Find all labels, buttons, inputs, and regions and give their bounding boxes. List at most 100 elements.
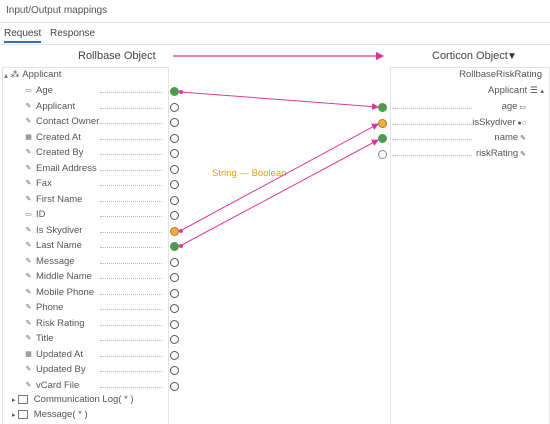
left-field-row[interactable]: ✎ vCard File bbox=[24, 379, 80, 394]
field-label: Updated At bbox=[36, 348, 84, 360]
tab-response[interactable]: Response bbox=[50, 28, 95, 39]
left-field-row[interactable]: ▦ Updated At bbox=[24, 349, 83, 363]
source-port[interactable] bbox=[170, 273, 179, 282]
relation-icon bbox=[18, 410, 29, 419]
number-icon: ▭ bbox=[25, 87, 32, 94]
leader-dots bbox=[100, 270, 162, 279]
leader-dots bbox=[392, 100, 472, 109]
tab-bar: Request Response bbox=[0, 26, 550, 44]
tree-root-rollbaseriskrating[interactable]: RollbaseRiskRating bbox=[459, 69, 542, 83]
source-port[interactable] bbox=[170, 164, 179, 174]
left-field-row[interactable]: ✎ First Name bbox=[24, 193, 83, 208]
left-field-row[interactable]: ▭ Age bbox=[24, 85, 53, 99]
target-port[interactable] bbox=[378, 103, 387, 112]
source-port[interactable] bbox=[170, 195, 179, 205]
expand-caret-icon[interactable]: ▸ bbox=[12, 397, 16, 404]
tree-entity-applicant[interactable]: Applicant ☰ ▴ bbox=[488, 85, 544, 99]
source-port[interactable] bbox=[170, 335, 179, 344]
right-field-row[interactable]: age ▭ bbox=[502, 101, 526, 115]
left-field-row[interactable]: ✎ Title bbox=[24, 333, 54, 347]
leader-dots bbox=[100, 286, 162, 295]
leader-dots bbox=[100, 301, 162, 310]
field-label: First Name bbox=[36, 193, 83, 205]
source-port[interactable] bbox=[170, 366, 179, 375]
right-field-row[interactable]: riskRating ✎ bbox=[476, 148, 526, 162]
relation-message[interactable]: ▸ Message( * ) bbox=[12, 409, 88, 423]
left-field-row[interactable]: ✎ Last Name bbox=[24, 240, 82, 254]
left-field-row[interactable]: ✎ Contact Owner bbox=[24, 116, 100, 130]
source-port[interactable] bbox=[170, 102, 179, 112]
source-port[interactable] bbox=[170, 226, 179, 236]
left-field-row[interactable]: ▭ ID bbox=[24, 209, 45, 223]
target-port[interactable] bbox=[378, 134, 387, 143]
right-field-row[interactable]: isSkydiver ●○ bbox=[472, 117, 526, 131]
left-field-row[interactable]: ✎ Fax bbox=[24, 178, 52, 192]
tab-request[interactable]: Request bbox=[4, 28, 42, 43]
mapping-line-name[interactable] bbox=[179, 139, 379, 247]
field-label: Updated By bbox=[36, 364, 86, 375]
expand-caret-icon[interactable]: ▸ bbox=[12, 412, 16, 419]
text-icon: ✎ bbox=[25, 304, 32, 311]
leader-dots bbox=[392, 116, 472, 125]
number-icon: ▭ bbox=[25, 211, 32, 218]
field-label: vCard File bbox=[36, 379, 80, 391]
left-field-row[interactable]: ✎ Applicant bbox=[24, 100, 76, 115]
field-label: name bbox=[494, 132, 519, 143]
collapse-caret-icon[interactable]: ▴ bbox=[4, 71, 8, 80]
field-label: Email Address bbox=[36, 162, 97, 174]
leader-dots bbox=[100, 379, 162, 388]
corticon-entity-label: Applicant bbox=[488, 85, 528, 96]
leader-dots bbox=[100, 146, 162, 155]
text-icon: ✎ bbox=[25, 118, 32, 125]
left-field-row[interactable]: ✎ Is Skydiver bbox=[24, 225, 83, 239]
left-field-row[interactable]: ✎ Mobile Phone bbox=[24, 286, 95, 301]
target-port[interactable] bbox=[378, 118, 387, 128]
leader-dots bbox=[100, 193, 162, 202]
leader-dots bbox=[100, 131, 162, 140]
number-icon: ▭ bbox=[517, 104, 526, 111]
field-label: Mobile Phone bbox=[36, 286, 95, 298]
left-field-row[interactable]: ✎ Email Address bbox=[24, 163, 97, 177]
left-field-row[interactable]: ✎ Phone bbox=[24, 302, 64, 316]
left-field-row[interactable]: ✎ Updated By bbox=[24, 364, 86, 378]
target-port[interactable] bbox=[378, 149, 387, 159]
source-port[interactable] bbox=[170, 350, 179, 360]
dialog-header: Input/Output mappings bbox=[0, 0, 550, 23]
leader-dots bbox=[100, 100, 162, 109]
source-port[interactable] bbox=[170, 257, 179, 267]
link-anchor bbox=[179, 90, 183, 94]
field-label: Last Name bbox=[36, 240, 82, 251]
text-icon: ✎ bbox=[25, 288, 32, 296]
source-port[interactable] bbox=[170, 288, 179, 298]
source-port[interactable] bbox=[170, 381, 179, 391]
source-port[interactable] bbox=[170, 133, 179, 143]
mapping-line-age[interactable] bbox=[179, 91, 379, 111]
source-port[interactable] bbox=[170, 87, 179, 96]
source-port[interactable] bbox=[170, 242, 179, 251]
leader-dots bbox=[392, 131, 472, 140]
source-port[interactable] bbox=[170, 149, 179, 158]
collapse-caret-icon[interactable]: ▴ bbox=[540, 88, 544, 95]
left-field-row[interactable]: ✎ Risk Rating bbox=[24, 318, 85, 332]
text-icon: ✎ bbox=[25, 195, 32, 203]
tree-root-applicant[interactable]: ▴ ⁂ Applicant bbox=[4, 69, 61, 83]
left-field-row[interactable]: ▦ Created At bbox=[24, 132, 81, 146]
source-port[interactable] bbox=[170, 319, 179, 329]
field-label: Message bbox=[36, 255, 75, 267]
tabs-divider bbox=[0, 44, 550, 45]
relation-communication-log[interactable]: ▸ Communication Log( * ) bbox=[12, 394, 134, 408]
source-port[interactable] bbox=[170, 211, 179, 220]
source-port[interactable] bbox=[170, 304, 179, 313]
left-field-row[interactable]: ✎ Middle Name bbox=[24, 271, 92, 285]
left-field-row[interactable]: ✎ Created By bbox=[24, 147, 84, 161]
field-label: Applicant bbox=[36, 100, 76, 112]
source-port[interactable] bbox=[170, 118, 179, 127]
right-field-row[interactable]: name ✎ bbox=[494, 132, 526, 146]
left-panel-title: Rollbase Object bbox=[78, 50, 156, 62]
leader-dots bbox=[100, 162, 162, 171]
link-anchor bbox=[179, 229, 183, 233]
filter-icon[interactable]: ▼ bbox=[507, 51, 517, 62]
left-field-row[interactable]: ✎ Message bbox=[24, 256, 75, 270]
text-icon: ✎ bbox=[518, 150, 526, 158]
source-port[interactable] bbox=[170, 180, 179, 189]
